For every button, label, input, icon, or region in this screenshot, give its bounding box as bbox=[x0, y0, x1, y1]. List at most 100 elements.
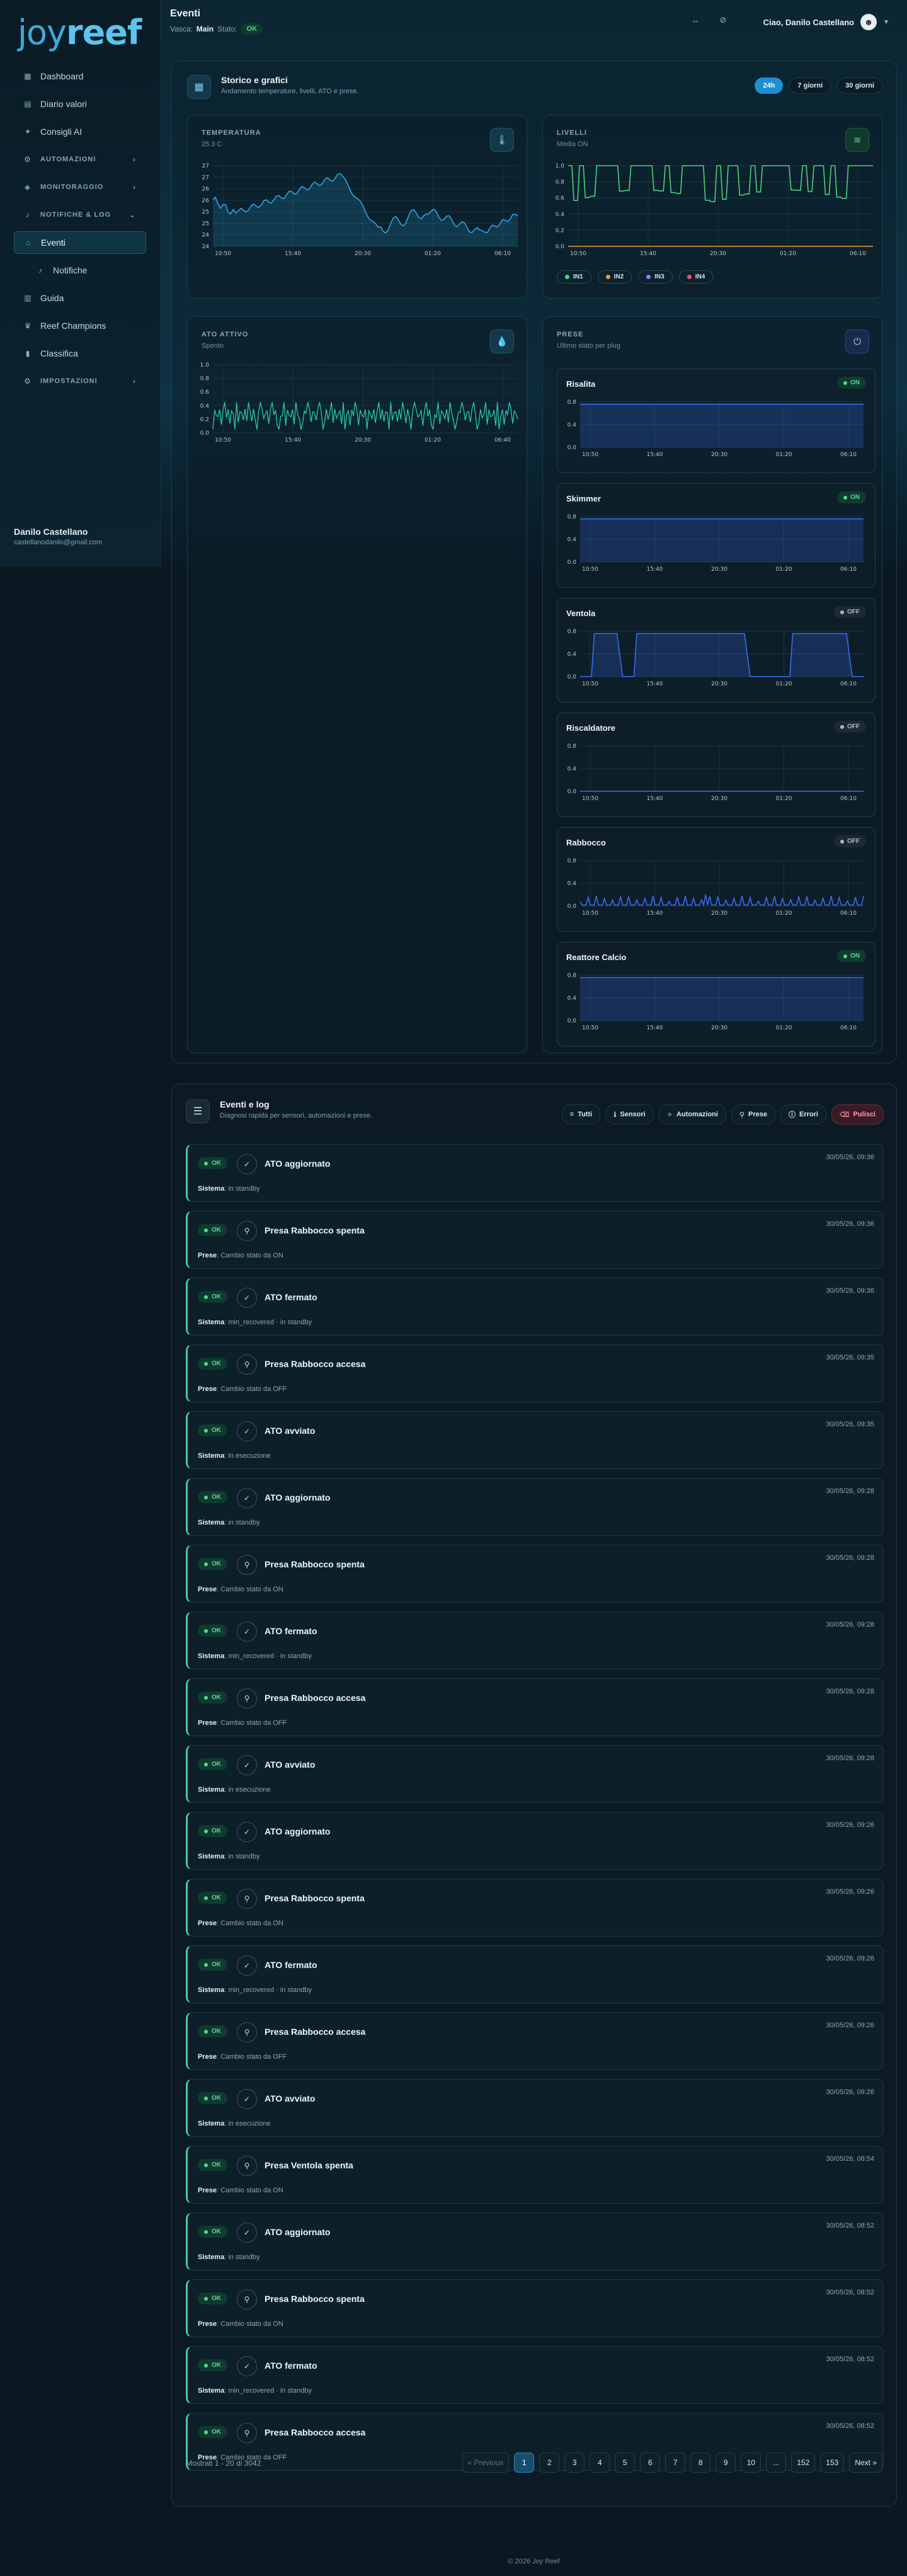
sidebar-item-reef-champions[interactable]: ♛ Reef Champions bbox=[14, 314, 146, 337]
joyreef-logo[interactable]: joyreef bbox=[18, 13, 142, 52]
tank-value[interactable]: Main bbox=[197, 25, 214, 33]
filter-sensori[interactable]: ℹ Sensori bbox=[605, 1104, 654, 1125]
event-row[interactable]: OK ⚲ Presa Rabbocco accesa 30/05/26, 09:35 P… bbox=[186, 1344, 884, 1402]
page-button[interactable]: 8 bbox=[690, 2453, 711, 2473]
x-tick-label: 20:30 bbox=[355, 437, 371, 444]
sidebar-item-dashboard[interactable]: ▦ Dashboard bbox=[14, 65, 146, 88]
user-menu[interactable]: Ciao, Danilo Castellano ☻ ▼ bbox=[763, 14, 889, 30]
range-tab[interactable]: 7 giorni bbox=[789, 77, 831, 94]
next-page-button[interactable]: Next » bbox=[849, 2453, 882, 2473]
ok-badge: OK bbox=[198, 2426, 227, 2438]
event-row[interactable]: OK ✓ ATO fermato 30/05/26, 09:28 Sistema: mi… bbox=[186, 1611, 884, 1669]
event-row[interactable]: OK ⚲ Presa Rabbocco spenta 30/05/26, 08:52 P… bbox=[186, 2279, 884, 2337]
event-row[interactable]: OK ✓ ATO fermato 30/05/26, 09:36 Sistema: mi… bbox=[186, 1278, 884, 1336]
ok-badge: OK bbox=[198, 1692, 227, 1703]
sync-off-icon[interactable]: ⊘ bbox=[716, 13, 731, 28]
status-dot bbox=[204, 2096, 208, 2100]
event-time: 30/05/26, 09:28 bbox=[826, 1621, 874, 1629]
ok-badge: OK bbox=[198, 1625, 227, 1637]
ok-badge: OK bbox=[198, 2159, 227, 2171]
event-title: Presa Rabbocco spenta bbox=[265, 2294, 365, 2304]
legend-item[interactable]: IN1 bbox=[557, 270, 591, 283]
sidebar-item-notifiche[interactable]: ♪ Notifiche bbox=[14, 259, 146, 282]
page-button[interactable]: 7 bbox=[665, 2453, 686, 2473]
page-button[interactable]: 4 bbox=[590, 2453, 610, 2473]
plug-name: Rabbocco bbox=[566, 838, 606, 847]
event-row[interactable]: OK ✓ ATO avviato 30/05/26, 09:26 Sistema: in… bbox=[186, 2079, 884, 2137]
filter-pulisci[interactable]: ⌫ Pulisci bbox=[831, 1104, 884, 1125]
sidebar-item-classifica[interactable]: ▮ Classifica bbox=[14, 342, 146, 365]
legend-item[interactable]: IN3 bbox=[638, 270, 673, 283]
filter-prese[interactable]: ⚲ Prese bbox=[731, 1104, 775, 1125]
event-row[interactable]: OK ⚲ Presa Ventola spenta 30/05/26, 08:54 Pr… bbox=[186, 2146, 884, 2204]
bell-icon: ♪ bbox=[38, 266, 42, 275]
sidebar-item-diario-valori[interactable]: ▤ Diario valori bbox=[14, 93, 146, 115]
x-tick-label: 15:40 bbox=[285, 437, 301, 444]
sidebar-item-label: Classifica bbox=[40, 348, 78, 358]
event-detail: Prese: Cambio stato da ON bbox=[198, 2320, 283, 2328]
event-row[interactable]: OK ⚲ Presa Rabbocco spenta 30/05/26, 09:36 P… bbox=[186, 1211, 884, 1269]
filter-automazioni[interactable]: ✧ Automazioni bbox=[658, 1104, 726, 1125]
event-detail: Sistema: in standby bbox=[198, 2253, 260, 2261]
event-row[interactable]: OK ⚲ Presa Rabbocco accesa 30/05/26, 09:28 P… bbox=[186, 1678, 884, 1736]
legend-item[interactable]: IN4 bbox=[678, 270, 714, 283]
levels-chart: 1.0 0.8 0.6 0.4 0.2 0.0 10:50 15:40 20:30 01:20 06… bbox=[556, 163, 873, 257]
prev-page-button[interactable]: « Previous bbox=[462, 2453, 510, 2473]
y-tick-label: 0.4 bbox=[568, 537, 577, 543]
event-title: ATO fermato bbox=[265, 1960, 317, 1970]
page-button[interactable]: 9 bbox=[716, 2453, 736, 2473]
page-button[interactable]: 5 bbox=[615, 2453, 636, 2473]
event-row[interactable]: OK ⚲ Presa Rabbocco spenta 30/05/26, 09:28 P… bbox=[186, 1545, 884, 1603]
avatar[interactable]: ☻ bbox=[860, 14, 877, 30]
event-row[interactable]: OK ✓ ATO avviato 30/05/26, 09:28 Sistema: in… bbox=[186, 1745, 884, 1803]
sidebar-item-automazioni[interactable]: ⚙ AUTOMAZIONI › bbox=[14, 148, 146, 171]
ok-label: OK bbox=[212, 2295, 221, 2302]
event-row[interactable]: OK ✓ ATO avviato 30/05/26, 09:35 Sistema: in… bbox=[186, 1411, 884, 1469]
filter-errori[interactable]: ⓘ Errori bbox=[780, 1104, 826, 1125]
plug-name: Riscaldatore bbox=[566, 723, 616, 733]
range-tab[interactable]: 30 giorni bbox=[837, 77, 882, 94]
page-button[interactable]: 152 bbox=[791, 2453, 816, 2473]
fullscreen-icon[interactable]: ⇔ bbox=[688, 13, 703, 28]
event-row[interactable]: OK ✓ ATO fermato 30/05/26, 09:26 Sistema: mi… bbox=[186, 1945, 884, 2003]
page-button[interactable]: 3 bbox=[564, 2453, 585, 2473]
ato-chart: 1.0 0.8 0.6 0.4 0.2 0.0 10:50 15:40 20:30 01:20 06… bbox=[200, 362, 518, 444]
chevron-down-icon[interactable]: ▼ bbox=[883, 19, 889, 26]
status-dot bbox=[204, 1228, 208, 1232]
sidebar-item-monitoraggio[interactable]: ◈ MONITORAGGIO › bbox=[14, 176, 146, 198]
event-row[interactable]: OK ✓ ATO aggiornato 30/05/26, 09:26 Sistema:… bbox=[186, 1812, 884, 1870]
plugs-card: PRESE Ultimo stato per plug ⏻ Risalita ON… bbox=[542, 316, 882, 1053]
event-row[interactable]: OK ⚲ Presa Rabbocco spenta 30/05/26, 09:26 P… bbox=[186, 1879, 884, 1937]
filter-tutti[interactable]: ≡ Tutti bbox=[561, 1104, 601, 1125]
x-tick-label: 10:50 bbox=[582, 910, 598, 917]
sidebar-item-label: Eventi bbox=[41, 238, 66, 248]
y-tick-label: 0.8 bbox=[568, 743, 577, 750]
plug-chart: 0.8 0.4 0.0 10:50 15:40 20:30 01:20 06:10 bbox=[568, 399, 864, 458]
event-detail: Sistema: min_recovered · in standby bbox=[198, 1652, 312, 1660]
legend-item[interactable]: IN2 bbox=[597, 270, 632, 283]
event-row[interactable]: OK ✓ ATO aggiornato 30/05/26, 09:28 Sistema:… bbox=[186, 1478, 884, 1536]
range-tab[interactable]: 24h bbox=[755, 77, 784, 94]
legend-dot bbox=[565, 275, 569, 279]
page-button[interactable]: 153 bbox=[820, 2453, 845, 2473]
page-button[interactable]: 1 bbox=[514, 2453, 535, 2473]
sidebar-item-impostazioni[interactable]: ⚙ IMPOSTAZIONI › bbox=[14, 370, 146, 392]
status-dot bbox=[840, 724, 844, 729]
event-row[interactable]: OK ✓ ATO fermato 30/05/26, 08:52 Sistema: mi… bbox=[186, 2346, 884, 2404]
log-icon: ☰ bbox=[186, 1099, 210, 1123]
event-row[interactable]: OK ✓ ATO aggiornato 30/05/26, 09:36 Sistema:… bbox=[186, 1144, 884, 1202]
page-button[interactable]: 10 bbox=[741, 2453, 762, 2473]
plug-state-badge: OFF bbox=[834, 606, 866, 618]
event-detail: Prese: Cambio stato da ON bbox=[198, 1920, 283, 1927]
page-button[interactable]: ... bbox=[766, 2453, 787, 2473]
event-row[interactable]: OK ⚲ Presa Rabbocco accesa 30/05/26, 09:26 P… bbox=[186, 2012, 884, 2070]
sidebar-item-notifiche-log[interactable]: ♪ NOTIFICHE & LOG ⌄ bbox=[14, 203, 146, 226]
sidebar-item-consigli-ai[interactable]: ✦ Consigli AI bbox=[14, 120, 146, 143]
event-row[interactable]: OK ✓ ATO aggiornato 30/05/26, 08:52 Sistema:… bbox=[186, 2212, 884, 2270]
sidebar-item-guida[interactable]: ▥ Guida bbox=[14, 287, 146, 309]
event-source: Sistema bbox=[198, 1986, 225, 1994]
page-button[interactable]: 2 bbox=[539, 2453, 560, 2473]
sidebar-item-eventi[interactable]: ⌂ Eventi bbox=[14, 231, 146, 254]
event-detail: Prese: Cambio stato da ON bbox=[198, 1586, 283, 1593]
page-button[interactable]: 6 bbox=[640, 2453, 661, 2473]
